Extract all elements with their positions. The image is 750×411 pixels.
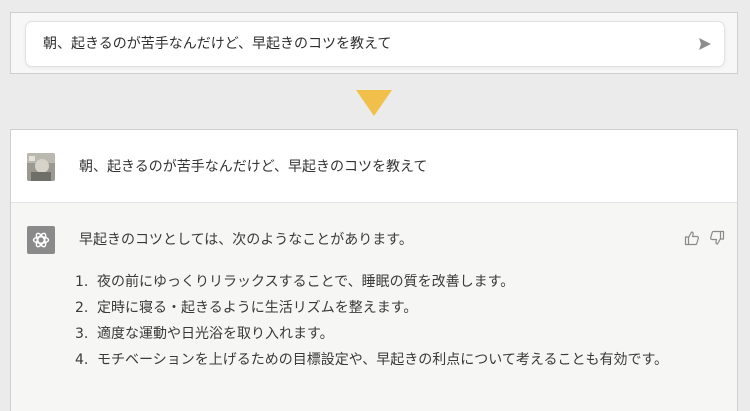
send-button[interactable] (696, 35, 714, 53)
prompt-panel: 朝、起きるのが苦手なんだけど、早起きのコツを教えて (10, 12, 738, 74)
send-icon (699, 38, 711, 50)
list-item-text: 適度な運動や日光浴を取り入れます。 (97, 326, 334, 342)
list-item-number: 4. (75, 352, 89, 368)
user-message-text: 朝、起きるのが苦手なんだけど、早起きのコツを教えて (79, 159, 428, 175)
list-item: 1. 夜の前にゆっくりリラックスすることで、睡眠の質を改善します。 (75, 269, 677, 295)
prompt-input-text[interactable]: 朝、起きるのが苦手なんだけど、早起きのコツを教えて (43, 22, 391, 66)
list-item-text: モチベーションを上げるための目標設定や、早起きの利点について考えることも有効です… (97, 352, 669, 368)
list-item-text: 定時に寝る・起きるように生活リズムを整えます。 (97, 300, 418, 316)
assistant-message-row: 早起きのコツとしては、次のようなことがあります。 1. 夜の前にゆっくりリラック… (11, 203, 737, 411)
list-item: 4. モチベーションを上げるための目標設定や、早起きの利点について考えることも有… (75, 347, 677, 373)
assistant-avatar (27, 226, 55, 254)
list-item-text: 夜の前にゆっくりリラックスすることで、睡眠の質を改善します。 (97, 274, 515, 290)
chat-panel: 朝、起きるのが苦手なんだけど、早起きのコツを教えて 早起きのコツとしては、次のよ… (10, 129, 738, 411)
list-item-number: 3. (75, 326, 89, 342)
assistant-intro-text: 早起きのコツとしては、次のようなことがあります。 (79, 232, 413, 248)
down-arrow-icon (356, 90, 392, 116)
list-item-number: 1. (75, 274, 89, 290)
assistant-tips-list: 1. 夜の前にゆっくりリラックスすることで、睡眠の質を改善します。 2. 定時に… (75, 269, 677, 373)
openai-logo-icon (32, 232, 50, 248)
user-avatar-image (27, 153, 55, 181)
user-message-row: 朝、起きるのが苦手なんだけど、早起きのコツを教えて (11, 130, 737, 203)
list-item-number: 2. (75, 300, 89, 316)
thumbs-down-icon (709, 230, 724, 245)
prompt-input[interactable]: 朝、起きるのが苦手なんだけど、早起きのコツを教えて (26, 22, 724, 66)
thumbs-down-button[interactable] (708, 229, 725, 246)
list-item: 2. 定時に寝る・起きるように生活リズムを整えます。 (75, 295, 677, 321)
feedback-controls (683, 229, 725, 246)
list-item: 3. 適度な運動や日光浴を取り入れます。 (75, 321, 677, 347)
thumbs-up-button[interactable] (683, 229, 700, 246)
user-avatar (27, 153, 55, 181)
thumbs-up-icon (684, 230, 699, 245)
